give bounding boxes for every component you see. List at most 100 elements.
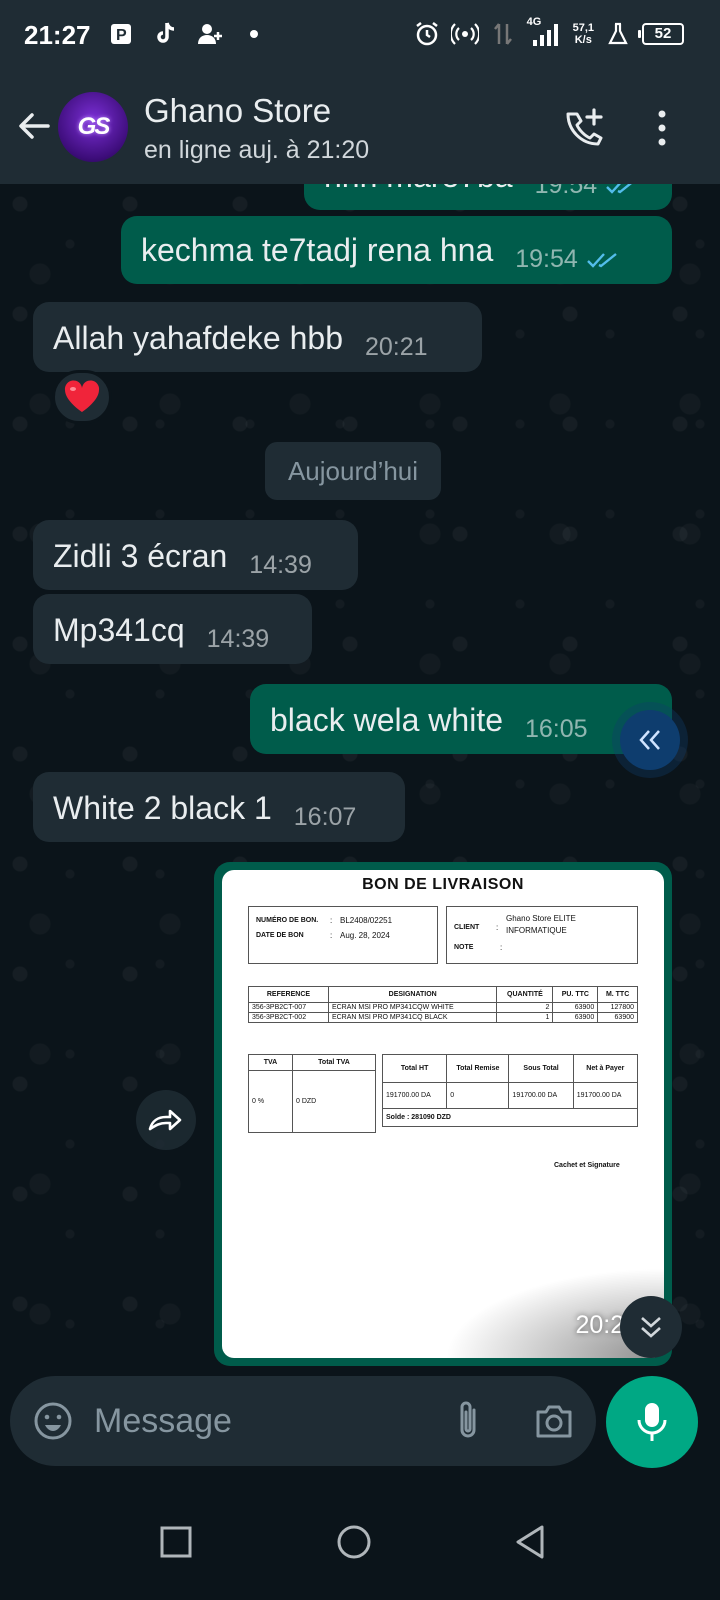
table-cell: ECRAN MSI PRO MP341CQ BLACK	[327, 1012, 498, 1023]
table-header-row: REFERENCE DESIGNATION QUANTITÉ PU. TTC M…	[248, 986, 638, 1003]
back-triangle-icon[interactable]	[510, 1522, 550, 1562]
message-text: hhh mare7ba	[324, 184, 513, 210]
doc-colon: :	[500, 943, 503, 952]
table-header-cell: QUANTITÉ	[496, 986, 554, 1003]
message-text: White 2 black 1	[53, 790, 272, 826]
table-header-cell: DESIGNATION	[327, 986, 498, 1003]
message-bubble-outgoing[interactable]: kechma te7tadj rena hna 19:54	[121, 216, 672, 284]
doc-items-table: REFERENCE DESIGNATION QUANTITÉ PU. TTC M…	[248, 986, 638, 1023]
table-header-cell: Total HT	[381, 1054, 448, 1083]
message-time: 20:21	[365, 333, 428, 361]
alarm-icon	[415, 22, 438, 46]
scroll-to-bottom-button[interactable]	[620, 1296, 682, 1358]
contact-name[interactable]: Ghano Store	[144, 92, 331, 130]
home-icon[interactable]	[334, 1522, 374, 1562]
table-cell: 191700.00 DA	[572, 1082, 639, 1109]
message-bubble-incoming[interactable]: Zidli 3 écran 14:39	[33, 520, 358, 590]
table-cell: 0 DZD	[292, 1070, 376, 1133]
table-header-cell: TVA	[248, 1054, 293, 1071]
message-text: black wela white	[270, 702, 503, 738]
paperclip-icon[interactable]	[450, 1398, 486, 1444]
table-cell: 356-3PB2CT-002	[248, 1012, 329, 1023]
message-bubble-outgoing[interactable]: black wela white 16:05	[250, 684, 672, 754]
table-header-row: TVA Total TVA	[248, 1054, 376, 1071]
add-call-icon[interactable]	[562, 106, 606, 150]
parking-app-icon: P	[111, 24, 131, 44]
doc-numero-label: NUMÉRO DE BON.	[256, 917, 319, 924]
table-cell: 63900	[552, 1002, 599, 1013]
image-message[interactable]: BON DE LIVRAISON NUMÉRO DE BON. : BL2408…	[214, 862, 672, 1366]
message-meta: 20:21	[365, 333, 428, 372]
table-header-cell: Net à Payer	[572, 1054, 639, 1083]
add-contact-icon	[198, 24, 222, 44]
table-cell: 2	[496, 1002, 554, 1013]
avatar[interactable]: GS	[58, 92, 128, 162]
message-text: kechma te7tadj rena hna	[141, 232, 494, 268]
forward-button[interactable]	[136, 1090, 196, 1150]
message-time: 14:39	[206, 625, 270, 653]
recent-apps-icon[interactable]	[156, 1522, 196, 1562]
table-row: 191700.00 DA 0 191700.00 DA 191700.00 DA	[381, 1082, 639, 1109]
emoji-icon[interactable]	[32, 1400, 74, 1442]
voice-message-button[interactable]	[606, 1376, 698, 1468]
message-meta: 16:05	[525, 715, 588, 754]
message-bubble-outgoing[interactable]: hhh mare7ba 19:54	[304, 184, 672, 210]
table-header-cell: PU. TTC	[552, 986, 599, 1003]
tiktok-icon	[157, 22, 175, 43]
delivery-note-image[interactable]: BON DE LIVRAISON NUMÉRO DE BON. : BL2408…	[222, 870, 664, 1358]
table-header-cell: Total Remise	[446, 1054, 510, 1083]
hotspot-icon	[450, 23, 479, 45]
doc-date-label: DATE DE BON	[256, 932, 304, 939]
microphone-icon	[637, 1403, 667, 1441]
message-bubble-incoming[interactable]: White 2 black 1 16:07	[33, 772, 405, 842]
status-bar: 21:27 P 4G 57,1 K/s 52	[0, 0, 720, 72]
table-cell: ECRAN MSI PRO MP341CQW WHITE	[327, 1002, 498, 1013]
table-row: Solde : 281090 DZD	[382, 1108, 638, 1127]
table-cell: 0 %	[248, 1070, 293, 1133]
doc-numero-value: BL2408/02251	[340, 916, 393, 925]
message-meta: 19:54	[515, 245, 620, 284]
doc-client-label: CLIENT	[454, 924, 480, 931]
double-check-icon	[586, 252, 617, 268]
message-composer	[10, 1376, 596, 1466]
more-options-icon[interactable]	[650, 106, 674, 150]
table-cell: 127800	[597, 1002, 638, 1013]
message-bubble-incoming[interactable]: Allah yahafdeke hbb 20:21	[33, 302, 482, 372]
data-transfer-icon	[493, 23, 512, 45]
table-cell: 356-3PB2CT-007	[248, 1002, 329, 1013]
reaction-badge[interactable]	[52, 370, 112, 424]
table-cell: 0	[446, 1082, 510, 1109]
back-arrow-icon[interactable]	[14, 106, 54, 146]
dot-icon	[250, 30, 258, 38]
double-check-icon	[606, 184, 632, 194]
doc-colon: :	[496, 923, 499, 932]
doc-title: BON DE LIVRAISON	[362, 876, 524, 893]
table-header-cell: M. TTC	[597, 986, 638, 1003]
doc-client-value-1: Ghano Store ELITE	[506, 914, 576, 923]
system-navigation-bar	[0, 1480, 720, 1600]
doc-colon: :	[330, 931, 333, 940]
camera-icon[interactable]	[532, 1400, 576, 1442]
table-cell: 63900	[552, 1012, 599, 1023]
message-bubble-incoming[interactable]: Mp341cq 14:39	[33, 594, 312, 664]
message-text: Allah yahafdeke hbb	[53, 320, 343, 356]
doc-totals-table: Total HT Total Remise Sous Total Net à P…	[381, 1054, 639, 1127]
message-meta: 14:39	[207, 625, 270, 664]
status-time: 21:27	[24, 20, 91, 50]
message-time: 19:54	[515, 245, 578, 273]
message-time: 19:54	[534, 184, 598, 199]
double-chevron-left-icon	[639, 730, 660, 750]
jump-to-reply-button[interactable]	[620, 710, 680, 770]
chat-messages-area[interactable]: hhh mare7ba 19:54 kechma te7tadj rena hn…	[0, 184, 720, 1384]
table-header-row: Total HT Total Remise Sous Total Net à P…	[381, 1054, 639, 1083]
message-input[interactable]	[94, 1396, 424, 1446]
message-time: 14:39	[249, 551, 312, 579]
doc-date-value: Aug. 28, 2024	[340, 931, 390, 940]
heart-icon	[64, 380, 100, 412]
svg-text:P: P	[116, 27, 127, 44]
table-cell: 63900	[597, 1012, 638, 1023]
network-speed: 57,1 K/s	[573, 22, 594, 46]
battery-indicator: 52	[638, 23, 684, 45]
table-cell: 1	[496, 1012, 554, 1023]
date-divider: Aujourd’hui	[265, 442, 441, 500]
